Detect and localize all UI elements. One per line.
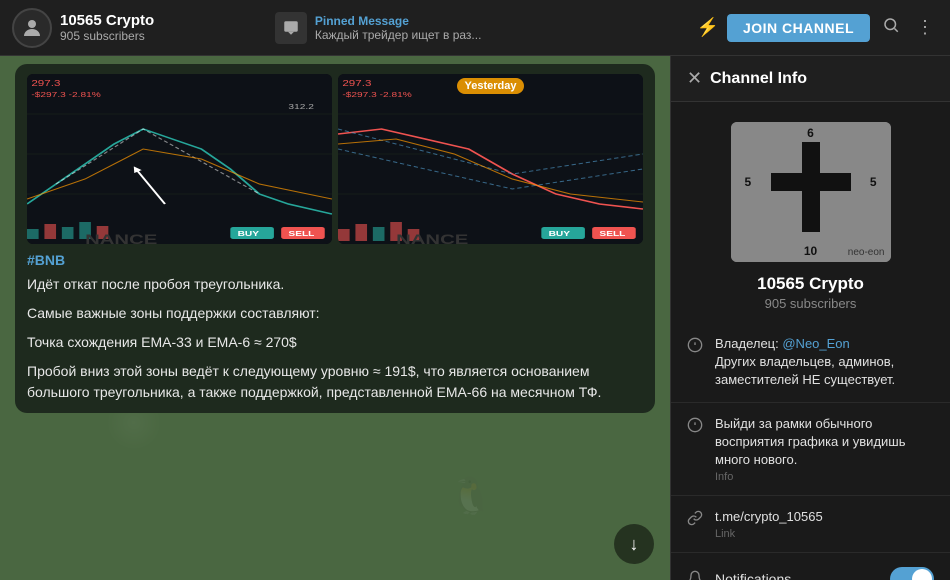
chart-inner-1: 312.2 297.3 -$297.3 -2.81% NANCE bbox=[27, 74, 332, 244]
channel-name: 10565 Crypto bbox=[60, 12, 267, 29]
search-button[interactable] bbox=[878, 12, 904, 43]
info-channel-subs: 905 subscribers bbox=[765, 296, 857, 311]
cross-num-right: 5 bbox=[870, 175, 877, 189]
msg-line-1: Идёт откат после пробоя треугольника. bbox=[27, 274, 643, 295]
chart-row: 312.2 297.3 -$297.3 -2.81% NANCE bbox=[27, 74, 643, 244]
pinned-message[interactable]: Pinned Message Каждый трейдер ищет в раз… bbox=[275, 12, 689, 44]
svg-text:-$297.3 -2.81%: -$297.3 -2.81% bbox=[31, 91, 101, 99]
yesterday-badge: Yesterday bbox=[457, 78, 525, 94]
svg-text:BUY: BUY bbox=[238, 230, 260, 238]
channel-logo: 6 5 5 10 neo-eon bbox=[731, 122, 891, 262]
cross-num-left: 5 bbox=[745, 175, 752, 189]
link-label: Link bbox=[715, 528, 934, 540]
link-content: t.me/crypto_10565 Link bbox=[715, 508, 934, 540]
owner-note: Других владельцев, админов, заместителей… bbox=[715, 354, 895, 387]
main-header: 10565 Crypto 905 subscribers Pinned Mess… bbox=[0, 0, 950, 56]
pinned-text: Pinned Message Каждый трейдер ищет в раз… bbox=[315, 14, 482, 42]
filter-icon[interactable]: ⚡ bbox=[697, 17, 719, 38]
message-text: Идёт откат после пробоя треугольника. Са… bbox=[27, 274, 643, 403]
owner-link[interactable]: @Neo_Eon bbox=[782, 336, 849, 351]
message-bubble: 312.2 297.3 -$297.3 -2.81% NANCE bbox=[15, 64, 655, 413]
owner-label: Владелец: bbox=[715, 336, 782, 351]
svg-text:SELL: SELL bbox=[599, 230, 626, 238]
chat-area: 🐸 👾 🐱 🐧 🌊 👑 bbox=[0, 56, 670, 580]
msg-line-4: Пробой вниз этой зоны ведёт к следующему… bbox=[27, 361, 643, 403]
chart-image-1: 312.2 297.3 -$297.3 -2.81% NANCE bbox=[27, 74, 332, 244]
info-panel: ✕ Channel Info 6 5 5 10 neo-eon 10565 Cr… bbox=[670, 56, 950, 580]
toggle-knob bbox=[912, 569, 932, 580]
bell-icon bbox=[687, 570, 703, 580]
description-label: Info bbox=[715, 471, 934, 483]
join-channel-button[interactable]: JOIN CHANNEL bbox=[727, 14, 870, 42]
chat-scroll[interactable]: 312.2 297.3 -$297.3 -2.81% NANCE bbox=[0, 56, 670, 580]
svg-text:BUY: BUY bbox=[549, 230, 571, 238]
owner-section: Владелец: @Neo_Eon Других владельцев, ад… bbox=[671, 323, 950, 403]
neo-eon-label: neo-eon bbox=[848, 247, 885, 258]
channel-avatar[interactable] bbox=[12, 8, 52, 48]
info-icon bbox=[687, 337, 703, 358]
more-options-button[interactable]: ⋮ bbox=[912, 13, 938, 42]
notifications-label: Notifications bbox=[715, 571, 878, 580]
description-content: Выйди за рамки обычного восприятия графи… bbox=[715, 415, 934, 484]
info-avatar-section: 6 5 5 10 neo-eon 10565 Crypto 905 subscr… bbox=[671, 102, 950, 323]
cross-num-bottom: 10 bbox=[804, 244, 817, 258]
msg-line-3: Точка схождения EMA-33 и EMA-6 ≈ 270$ bbox=[27, 332, 643, 353]
svg-text:297.3: 297.3 bbox=[31, 80, 61, 89]
info-panel-header: ✕ Channel Info bbox=[671, 56, 950, 102]
svg-text:-$297.3 -2.81%: -$297.3 -2.81% bbox=[342, 91, 412, 99]
svg-text:312.2: 312.2 bbox=[288, 103, 314, 111]
chart-image-2: 297.3 -$297.3 -2.81% NANCE BUY SELL bbox=[338, 74, 643, 244]
msg-line-2: Самые важные зоны поддержки составляют: bbox=[27, 303, 643, 324]
svg-text:SELL: SELL bbox=[288, 230, 315, 238]
message-wrapper: 312.2 297.3 -$297.3 -2.81% NANCE bbox=[8, 64, 662, 413]
owner-content: Владелец: @Neo_Eon Других владельцев, ад… bbox=[715, 335, 934, 390]
info-sections: Владелец: @Neo_Eon Других владельцев, ад… bbox=[671, 323, 950, 580]
info-panel-title: Channel Info bbox=[710, 70, 934, 88]
notifications-toggle[interactable] bbox=[890, 567, 934, 580]
info-channel-name: 10565 Crypto bbox=[757, 274, 864, 294]
subscriber-count: 905 subscribers bbox=[60, 29, 267, 43]
close-info-button[interactable]: ✕ bbox=[687, 68, 702, 89]
channel-link[interactable]: t.me/crypto_10565 bbox=[715, 508, 934, 526]
link-section: t.me/crypto_10565 Link bbox=[671, 496, 950, 553]
description-icon bbox=[687, 417, 703, 438]
channel-info: 10565 Crypto 905 subscribers bbox=[60, 12, 267, 43]
description-section: Выйди за рамки обычного восприятия графи… bbox=[671, 403, 950, 497]
svg-text:NANCE: NANCE bbox=[85, 231, 157, 244]
svg-text:297.3: 297.3 bbox=[342, 80, 372, 89]
pinned-label: Pinned Message bbox=[315, 14, 482, 28]
link-icon bbox=[687, 510, 703, 531]
description-text: Выйди за рамки обычного восприятия графи… bbox=[715, 415, 934, 470]
chart-inner-2: 297.3 -$297.3 -2.81% NANCE BUY SELL bbox=[338, 74, 643, 244]
bnb-hashtag: #BNB bbox=[27, 252, 643, 268]
main-content: 🐸 👾 🐱 🐧 🌊 👑 bbox=[0, 56, 950, 580]
scroll-down-button[interactable]: ↓ bbox=[614, 524, 654, 564]
cross-num-top: 6 bbox=[807, 126, 814, 140]
cross-logo: 6 5 5 10 neo-eon bbox=[731, 122, 891, 262]
header-actions: ⚡ JOIN CHANNEL ⋮ bbox=[697, 12, 938, 43]
pinned-preview: Каждый трейдер ищет в раз... bbox=[315, 28, 482, 42]
notifications-section: Notifications bbox=[671, 553, 950, 580]
svg-text:NANCE: NANCE bbox=[396, 231, 468, 244]
cross-horizontal bbox=[771, 173, 851, 191]
pinned-icon bbox=[275, 12, 307, 44]
owner-text: Владелец: @Neo_Eon Других владельцев, ад… bbox=[715, 335, 934, 390]
